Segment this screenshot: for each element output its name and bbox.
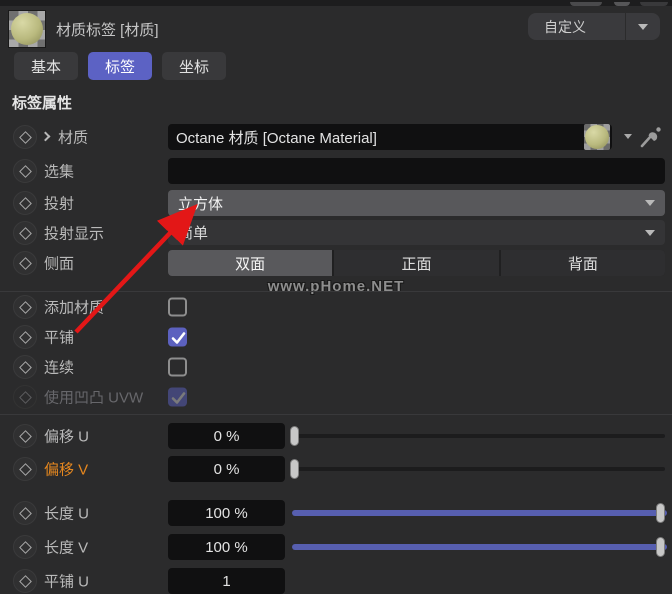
length-v-value-field[interactable]: 100 % [168,534,285,560]
material-tag-icon [8,10,46,48]
tile-checkbox[interactable] [168,327,187,347]
material-field[interactable]: Octane 材质 [Octane Material] [168,124,612,150]
projection-label: 投射 [44,195,75,213]
section-title: 标签属性 [12,95,73,112]
add-material-checkbox[interactable] [168,297,187,317]
offset-v-slider[interactable] [290,456,665,482]
projection-dropdown[interactable]: 立方体 [168,190,665,216]
selection-label: 选集 [44,163,75,181]
length-v-label: 长度 V [44,539,89,557]
keyframe-diamond-icon[interactable] [13,424,37,448]
offset-u-value-field[interactable]: 0 % [168,423,285,449]
keyframe-diamond-icon[interactable] [13,569,37,593]
preset-dropdown-value: 自定义 [544,18,586,35]
keyframe-diamond-icon [13,385,37,409]
material-tag-panel: 材质标签 [材质] 自定义 基本 标签 坐标 标签属性 材质 Octane 材质… [0,0,672,594]
seamless-row: 连续 [0,355,672,379]
tab-tag[interactable]: 标签 [88,52,153,80]
length-u-label: 长度 U [44,505,90,523]
material-sphere-preview [11,13,43,45]
projection-display-row: 投射显示 简单 [0,220,672,246]
use-bump-uvw-row: 使用凹凸 UVW [0,385,672,409]
tab-basic[interactable]: 基本 [14,52,79,80]
use-bump-uvw-checkbox [168,387,187,407]
panel-header: 材质标签 [材质] 自定义 [0,6,672,52]
tile-row: 平铺 [0,325,672,349]
offset-v-row: 偏移 V 0 % [0,456,672,482]
projection-display-label: 投射显示 [44,225,105,243]
panel-title: 材质标签 [材质] [56,22,159,39]
divider [0,291,672,292]
tab-bar: 基本 标签 坐标 [14,52,227,80]
length-u-slider[interactable] [290,500,667,526]
projection-display-dropdown[interactable]: 简单 [168,220,665,245]
side-option-back[interactable]: 背面 [500,250,665,276]
tile-label: 平铺 [44,329,75,347]
expand-chevron-icon[interactable] [40,131,51,142]
preset-dropdown[interactable]: 自定义 [528,13,660,40]
preset-dropdown-arrow[interactable] [626,23,660,30]
offset-v-label: 偏移 V [44,461,89,479]
projection-display-value: 简单 [178,225,209,242]
add-material-label: 添加材质 [44,299,105,317]
length-u-value-field[interactable]: 100 % [168,500,285,526]
length-v-row: 长度 V 100 % [0,534,672,560]
keyframe-diamond-icon[interactable] [13,221,37,245]
offset-v-value-field[interactable]: 0 % [168,456,285,482]
slider-handle[interactable] [656,537,665,557]
side-option-front[interactable]: 正面 [334,250,499,276]
divider [0,414,672,415]
side-option-both[interactable]: 双面 [168,250,333,276]
slider-handle[interactable] [290,426,299,446]
tiles-u-label: 平铺 U [44,573,90,591]
side-button-group: 双面 正面 背面 [168,250,665,276]
chevron-down-icon [638,23,648,30]
material-row: 材质 Octane 材质 [Octane Material] [0,124,672,150]
length-u-row: 长度 U 100 % [0,500,672,526]
keyframe-diamond-icon[interactable] [13,457,37,481]
length-v-slider[interactable] [290,534,667,560]
keyframe-diamond-icon[interactable] [13,355,37,379]
keyframe-diamond-icon[interactable] [13,295,37,319]
keyframe-diamond-icon[interactable] [13,159,37,183]
slider-handle[interactable] [656,503,665,523]
chevron-down-icon [645,229,655,236]
offset-u-label: 偏移 U [44,428,90,446]
chevron-down-icon [645,200,655,206]
side-label: 侧面 [44,255,75,273]
eyedropper-icon[interactable] [639,125,663,149]
tiles-u-value-field[interactable]: 1 [168,568,285,594]
keyframe-diamond-icon[interactable] [13,535,37,559]
selection-row: 选集 [0,158,672,184]
slider-handle[interactable] [290,459,299,479]
keyframe-diamond-icon[interactable] [13,125,37,149]
projection-row: 投射 立方体 [0,190,672,216]
watermark: www.pHome.NET [267,278,405,295]
use-bump-uvw-label: 使用凹凸 UVW [44,389,144,407]
material-label: 材质 [58,129,89,147]
tab-coordinates[interactable]: 坐标 [162,52,227,80]
keyframe-diamond-icon[interactable] [13,501,37,525]
keyframe-diamond-icon[interactable] [13,325,37,349]
add-material-row: 添加材质 [0,295,672,319]
tiles-u-row: 平铺 U 1 [0,568,672,594]
offset-u-slider[interactable] [290,423,665,449]
offset-u-row: 偏移 U 0 % [0,423,672,449]
seamless-checkbox[interactable] [168,357,187,377]
material-thumbnail[interactable] [584,124,610,150]
seamless-label: 连续 [44,359,75,377]
material-dropdown-arrow-icon[interactable] [624,134,632,139]
projection-value: 立方体 [178,195,224,213]
keyframe-diamond-icon[interactable] [13,251,37,275]
side-row: 侧面 双面 正面 背面 [0,250,672,276]
selection-field[interactable] [168,158,665,184]
keyframe-diamond-icon[interactable] [13,191,37,215]
